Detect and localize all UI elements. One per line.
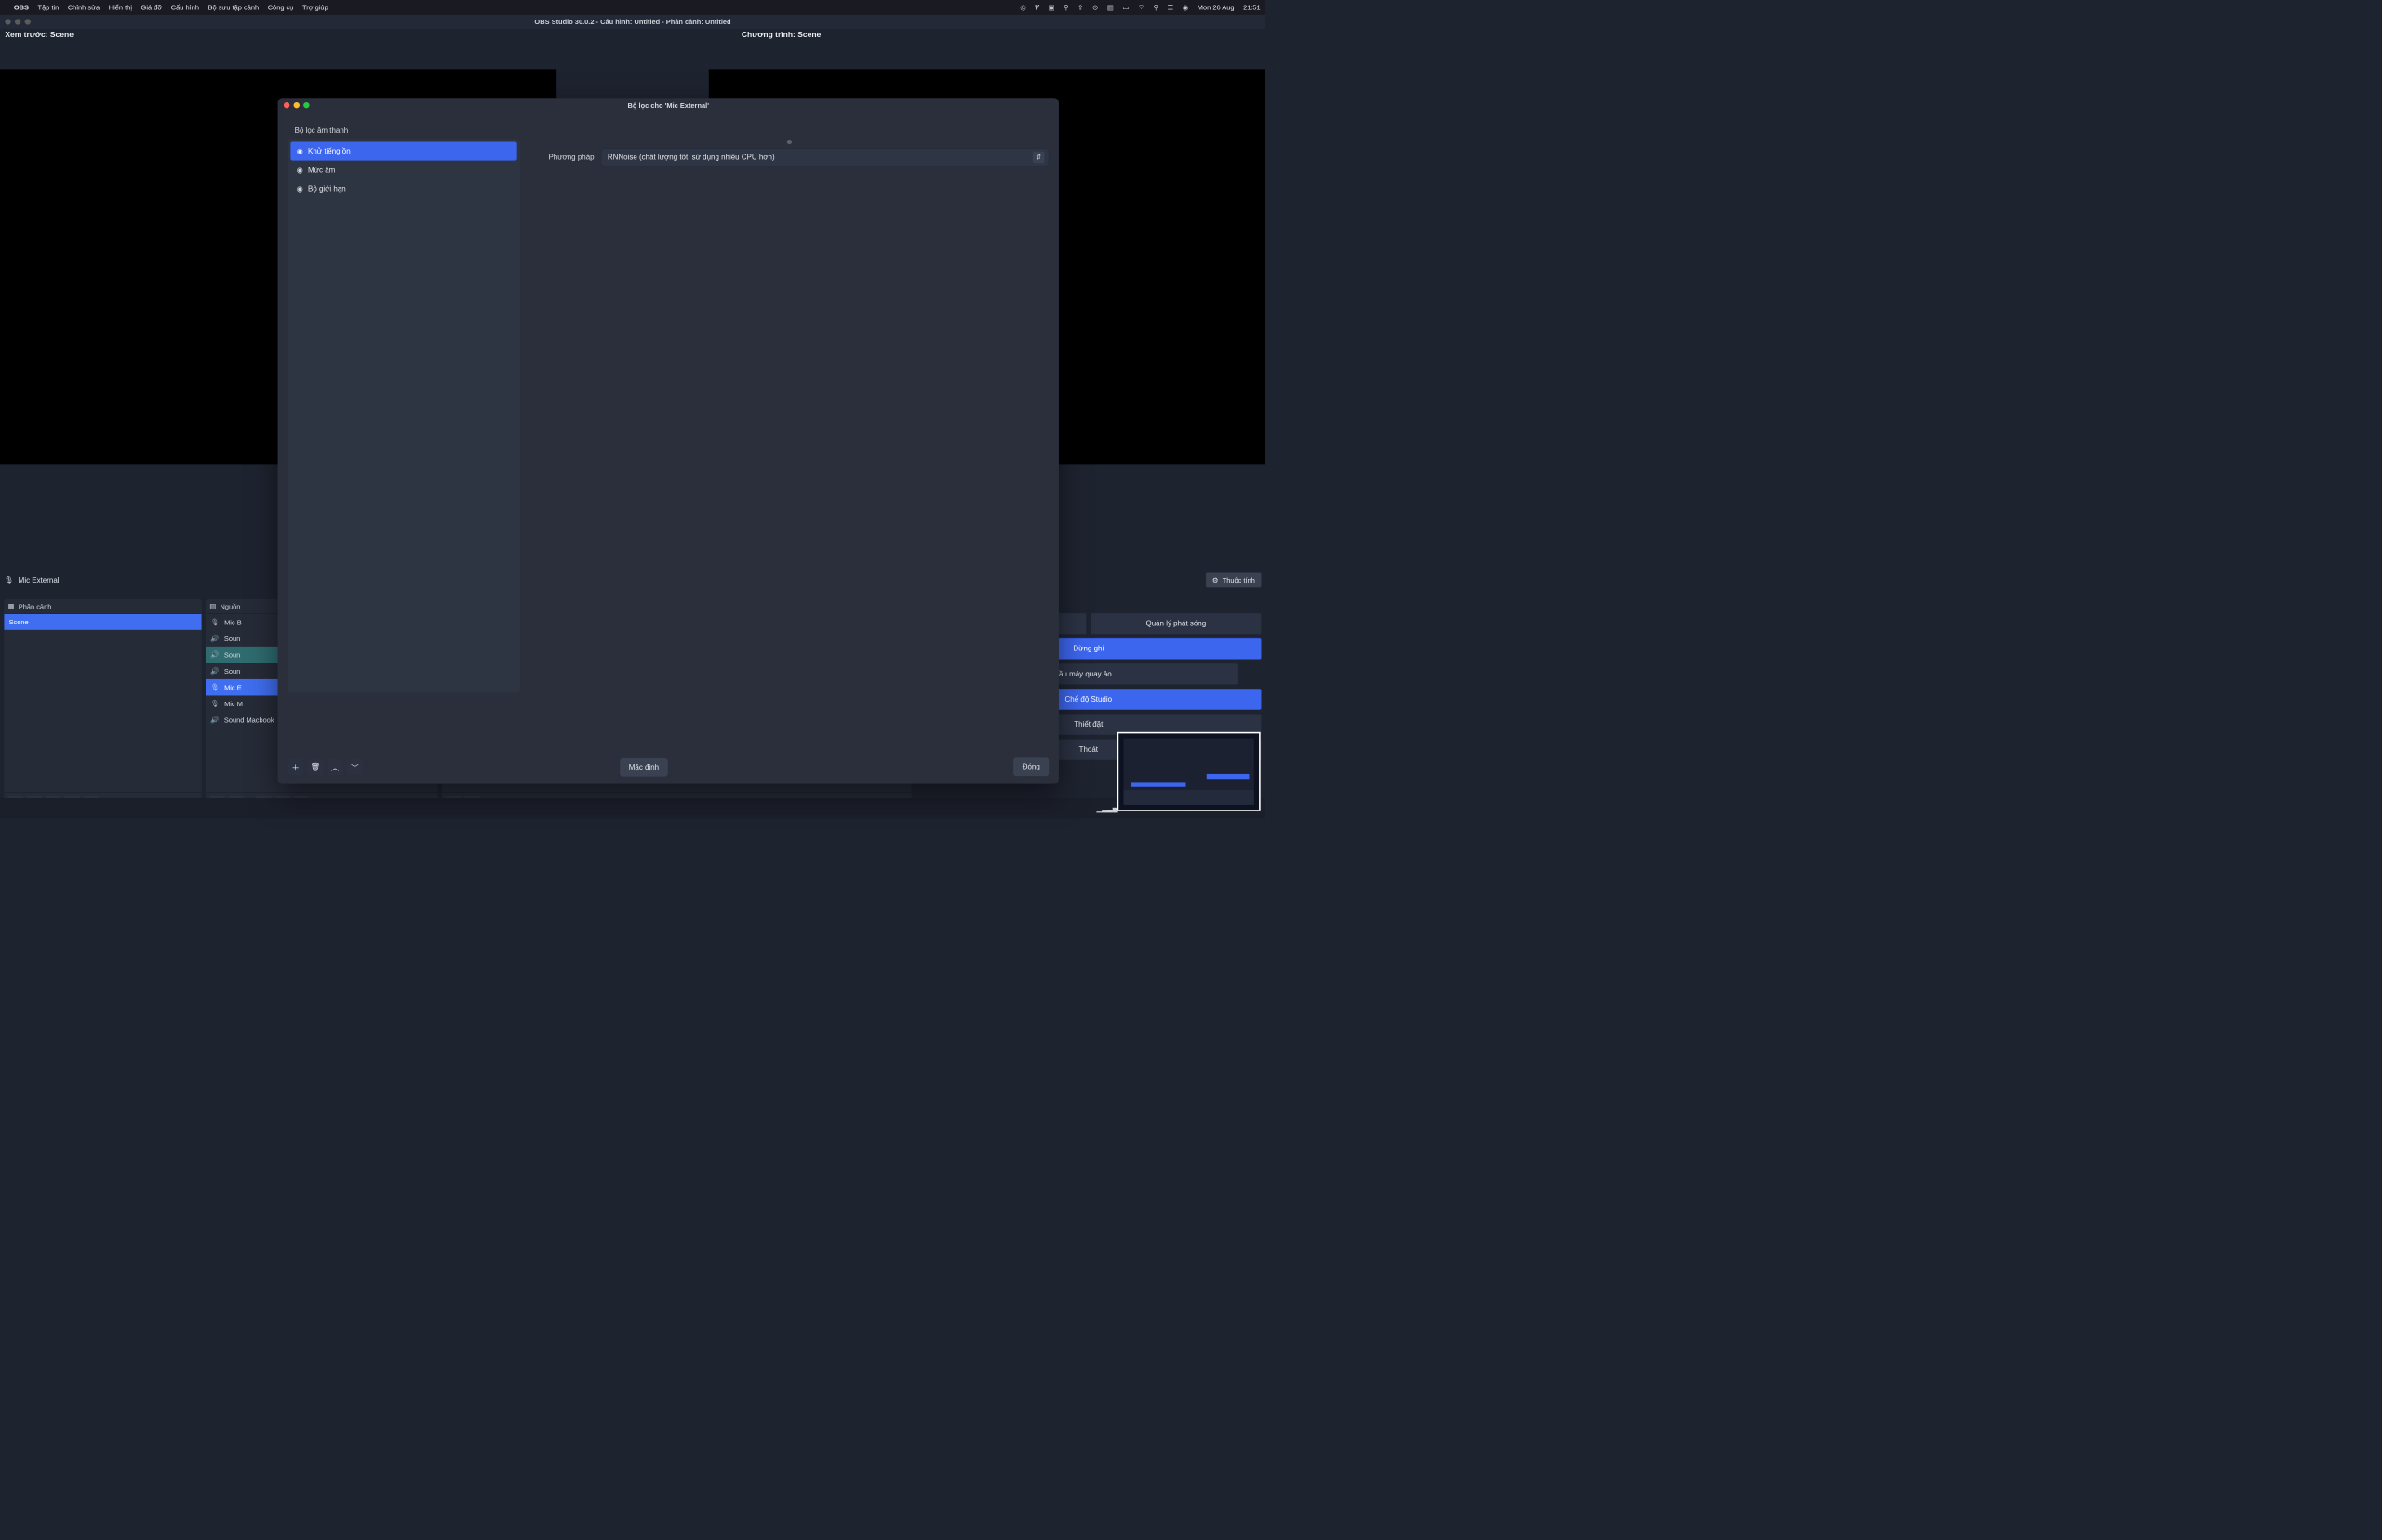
window-title: OBS Studio 30.0.2 - Cấu hình: Untitled -… [534,18,730,26]
manage-broadcast-button[interactable]: Quản lý phát sóng [1091,613,1262,635]
menubar-date[interactable]: Mon 26 Aug [1198,4,1235,12]
status-bar: ▁▂▃▅ 00:00:00 00:02:46 CPU: [0,798,1265,818]
method-select[interactable]: RNNoise (chất lượng tốt, sử dụng nhiều C… [601,148,1049,166]
dialog-titlebar: Bộ lọc cho 'Mic External' [278,98,1059,113]
window-zoom-icon[interactable] [25,19,31,24]
scenes-panel-title: ▦ Phân cảnh [4,599,202,614]
dialog-zoom-icon[interactable] [303,102,309,108]
speaker-icon: 🔊 [210,635,219,643]
filter-limiter[interactable]: ◉ Bộ giới hạn [290,180,516,198]
speaker-icon: 🔊 [210,650,219,659]
source-label: Soun [224,667,240,676]
scroll-indicator-icon [787,140,792,144]
status-bluetooth-icon[interactable]: ⚲ [1064,3,1068,11]
filter-move-down-button[interactable]: ﹀ [347,759,363,775]
source-label: Mic E [224,683,242,691]
filter-label: Khử tiếng ồn [308,147,351,155]
chevron-updown-icon: ⇵ [1033,152,1045,164]
method-select-value: RNNoise (chất lượng tốt, sử dụng nhiều C… [608,153,775,161]
preview-label: Xem trước: Scene [3,31,74,40]
status-obs-icon[interactable]: ◎ [1020,3,1025,11]
method-label: Phương pháp [530,153,595,161]
source-label: Soun [224,635,240,643]
sources-icon: ▤ [209,602,216,610]
scenes-panel: ▦ Phân cảnh Scene ＋ 🗑 ▥ ︿ ﹀ [4,599,202,814]
sources-title-text: Nguồn [221,602,241,610]
speaker-icon: 🔊 [210,667,219,676]
eye-icon[interactable]: ◉ [297,184,303,194]
filter-noise-suppression[interactable]: ◉ Khử tiếng ồn [290,141,516,160]
dialog-minimize-icon[interactable] [294,102,300,108]
source-label: Sound Macbook [224,716,274,725]
scenes-title-text: Phân cảnh [19,602,52,610]
status-v-icon[interactable]: 𝑽 [1035,3,1039,11]
menu-tools[interactable]: Công cụ [268,4,294,12]
menu-profile[interactable]: Cấu hình [171,4,199,12]
speaker-icon: 🔊 [210,716,219,724]
microphone-icon: 🎙 [4,575,13,584]
window-minimize-icon[interactable] [15,19,20,24]
dialog-bottom-bar: ＋ 🗑 ︿ ﹀ Mặc định Đóng [278,751,1059,784]
menu-scene-collection[interactable]: Bộ sưu tập cảnh [208,4,260,12]
menubar-time[interactable]: 21:51 [1243,4,1261,12]
gear-icon: ⚙ [1212,576,1219,584]
filter-settings-area: Phương pháp RNNoise (chất lượng tốt, sử … [530,121,1050,751]
selected-source-name: Mic External [19,576,60,584]
status-search-icon[interactable]: ⚲ [1153,3,1158,11]
status-display-icon[interactable]: ▣ [1049,3,1055,11]
menu-file[interactable]: Tập tin [38,4,60,12]
menu-help[interactable]: Trợ giúp [302,4,328,12]
filter-remove-button[interactable]: 🗑 [307,759,323,775]
filters-list: ◉ Khử tiếng ồn ◉ Mức âm ◉ Bộ giới hạn [288,139,520,692]
window-close-icon[interactable] [5,19,10,24]
status-control-center-icon[interactable]: ☲ [1168,3,1174,11]
filter-move-up-button[interactable]: ︿ [328,759,343,775]
status-airdrop-icon[interactable]: ⇪ [1077,3,1083,11]
menu-edit[interactable]: Chỉnh sửa [68,4,100,12]
app-name[interactable]: OBS [14,4,29,12]
defaults-button[interactable]: Mặc định [620,758,667,777]
close-button[interactable]: Đóng [1013,757,1049,776]
source-label: Mic B [224,618,242,626]
filter-label: Bộ giới hạn [308,184,346,193]
scene-item[interactable]: Scene [4,614,202,630]
audio-filters-section-label: Bộ lọc âm thanh [295,127,520,135]
preview-program-labels: Xem trước: Scene Chương trình: Scene [0,29,1265,42]
pip-thumbnail[interactable] [1117,732,1261,811]
microphone-icon: 🎙 [210,700,219,708]
scene-item-label: Scene [9,618,29,626]
dialog-close-icon[interactable] [284,102,289,108]
status-siri-icon[interactable]: ◉ [1183,3,1188,11]
microphone-icon: 🎙 [210,683,219,691]
microphone-icon: 🎙 [210,618,219,626]
selected-source-label: 🎙 Mic External [4,575,59,584]
window-titlebar: OBS Studio 30.0.2 - Cấu hình: Untitled -… [0,15,1265,29]
properties-button-label: Thuộc tính [1223,576,1255,584]
macos-menubar: OBS Tập tin Chỉnh sửa Hiển thị Giá đỡ Cấ… [0,0,1265,15]
scenes-icon: ▦ [8,602,15,610]
status-wifi-icon[interactable]: ⌔ [1138,3,1144,12]
window-traffic-lights [5,19,31,24]
eye-icon[interactable]: ◉ [297,166,303,175]
menu-view[interactable]: Hiển thị [109,4,132,12]
filters-sidebar: Bộ lọc âm thanh ◉ Khử tiếng ồn ◉ Mức âm … [288,121,520,751]
program-label: Chương trình: Scene [633,31,1263,40]
status-play-icon[interactable]: ⊙ [1092,3,1098,11]
filter-label: Mức âm [308,166,335,174]
source-label: Mic M [224,700,243,708]
network-bars-icon: ▁▂▃▅ [1097,804,1118,812]
filters-dialog: Bộ lọc cho 'Mic External' Bộ lọc âm than… [278,98,1059,783]
dialog-title: Bộ lọc cho 'Mic External' [628,101,709,110]
status-app-icon[interactable]: ▥ [1107,3,1114,11]
method-row: Phương pháp RNNoise (chất lượng tốt, sử … [530,148,1050,166]
filter-gain[interactable]: ◉ Mức âm [290,161,516,180]
source-label: Soun [224,650,240,659]
menu-docks[interactable]: Giá đỡ [141,4,163,12]
filter-add-button[interactable]: ＋ [288,759,303,775]
eye-icon[interactable]: ◉ [297,147,303,156]
status-battery-icon[interactable]: ▭ [1122,3,1129,11]
properties-button[interactable]: ⚙ Thuộc tính [1206,572,1262,587]
